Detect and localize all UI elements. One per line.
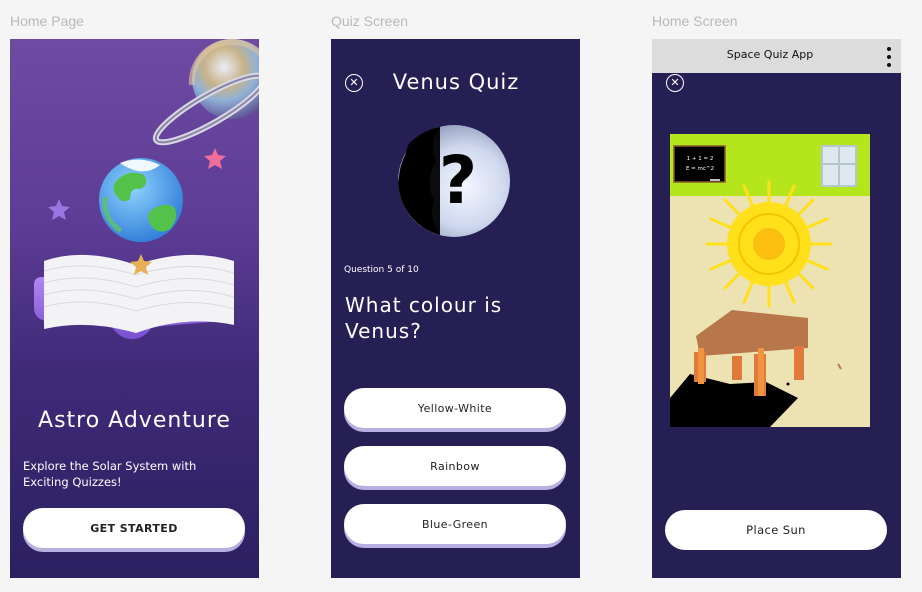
quiz-screen-frame: ✕ Venus Quiz ? Question 5 of 10 What col… [331, 39, 580, 578]
frame-label-home: Home Page [10, 13, 84, 29]
question-progress: Question 5 of 10 [344, 265, 419, 275]
answer-button[interactable]: Rainbow [344, 446, 566, 486]
hero-illustration [34, 39, 259, 339]
frame-label-quiz: Quiz Screen [331, 13, 409, 29]
blackboard: 1 + 1 = 2 E = mc^2 [673, 145, 726, 183]
app-bar-title: Space Quiz App [726, 48, 814, 61]
frame-label-game: Home Screen [652, 13, 738, 29]
question-text: What colour is Venus? [345, 293, 503, 343]
window-icon [821, 145, 857, 187]
planet-earth-icon [99, 158, 183, 242]
mystery-planet-icon: ? [398, 125, 510, 237]
quiz-title: Venus Quiz [392, 70, 520, 94]
board-line-1: 1 + 1 = 2 [687, 156, 714, 162]
answer-button[interactable]: Blue-Green [344, 504, 566, 544]
sun-icon [705, 180, 833, 308]
place-sun-button[interactable]: Place Sun [665, 510, 887, 550]
answer-button[interactable]: Yellow-White [344, 388, 566, 428]
svg-text:?: ? [439, 142, 477, 219]
pink-star-icon [204, 148, 226, 169]
home-page-frame: Astro Adventure Explore the Solar System… [10, 39, 259, 578]
close-icon[interactable]: ✕ [666, 74, 684, 92]
purple-star-icon [48, 199, 70, 220]
more-vertical-icon[interactable] [886, 44, 892, 69]
app-subtitle: Explore the Solar System with Exciting Q… [23, 459, 197, 489]
open-book-icon [34, 254, 235, 339]
app-title: Astro Adventure [38, 408, 231, 433]
game-screen-frame: Space Quiz App ✕ 1 + 1 = 2 E = mc^2 Plac… [652, 39, 901, 578]
planet-saturn-icon [152, 39, 259, 146]
app-bar: Space Quiz App [652, 39, 901, 73]
room-scene[interactable]: 1 + 1 = 2 E = mc^2 [670, 134, 870, 427]
board-line-2: E = mc^2 [686, 166, 714, 172]
close-icon[interactable]: ✕ [345, 74, 363, 92]
get-started-button[interactable]: GET STARTED [23, 508, 245, 548]
